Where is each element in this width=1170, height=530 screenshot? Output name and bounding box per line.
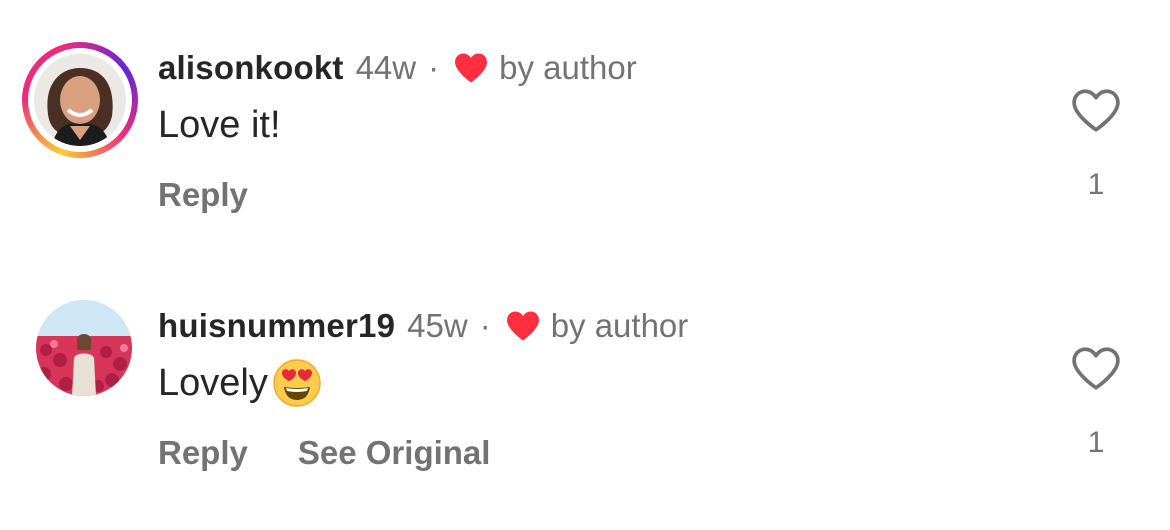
red-heart-icon <box>506 311 539 341</box>
username[interactable]: alisonkookt <box>158 49 344 87</box>
see-original-button[interactable]: See Original <box>298 434 491 472</box>
heart-outline-icon[interactable] <box>1071 88 1121 134</box>
by-author-label: by author <box>550 307 689 344</box>
separator: · <box>428 49 440 86</box>
heart-outline-icon[interactable] <box>1071 346 1121 392</box>
comment-text: Love it! <box>158 104 281 146</box>
red-heart-icon <box>455 53 488 83</box>
separator: · <box>479 307 491 344</box>
comment: alisonkookt 44w · by author Love it! Rep… <box>0 0 1170 250</box>
avatar[interactable] <box>36 300 132 396</box>
like-count: 1 <box>1087 168 1105 201</box>
reply-button[interactable]: Reply <box>158 176 248 214</box>
comment-text: Lovely <box>158 358 322 408</box>
username[interactable]: huisnummer19 <box>158 307 395 345</box>
avatar-photo <box>34 54 126 146</box>
timestamp: 44w <box>355 49 417 86</box>
by-author-label: by author <box>499 49 637 86</box>
like-count: 1 <box>1087 426 1105 459</box>
timestamp: 45w <box>407 307 468 344</box>
avatar[interactable] <box>22 42 138 158</box>
heart-eyes-emoji <box>273 359 321 407</box>
reply-button[interactable]: Reply <box>158 434 248 472</box>
